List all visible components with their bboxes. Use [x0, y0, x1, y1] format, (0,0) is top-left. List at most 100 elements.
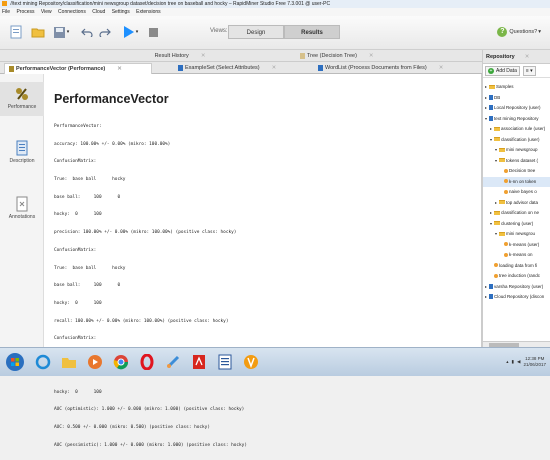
repository-tree-item[interactable]: ▾ classification (user): [483, 135, 550, 146]
redo-button[interactable]: [98, 24, 112, 40]
repository-tree-item[interactable]: ▾ text mining Repository: [483, 114, 550, 125]
word-taskbar-button[interactable]: [214, 351, 236, 373]
output-line: True: base ball hocky: [54, 265, 126, 271]
close-icon[interactable]: ✕: [369, 53, 374, 59]
menu-file[interactable]: File: [2, 9, 10, 15]
menu-extensions[interactable]: Extensions: [136, 9, 160, 15]
output-line: ConfusionMatrix:: [54, 336, 97, 342]
undo-icon: [81, 28, 93, 37]
close-icon[interactable]: ✕: [201, 53, 206, 59]
folder-icon: [494, 221, 500, 226]
repository-tree-item[interactable]: ▸ varsha Repository (user): [483, 282, 550, 293]
network-icon[interactable]: ▮: [512, 359, 514, 365]
media-taskbar-button[interactable]: [84, 351, 106, 373]
process-icon: [504, 242, 508, 247]
close-icon[interactable]: ✕: [117, 66, 122, 72]
tab-performance-vector[interactable]: PerformanceVector (Performance) ✕: [4, 63, 152, 74]
ie-taskbar-button[interactable]: [32, 351, 54, 373]
open-process-button[interactable]: [30, 24, 46, 40]
volume-icon[interactable]: ◀: [517, 359, 520, 365]
repository-tree-item[interactable]: tree induction (randc: [483, 271, 550, 282]
repository-tree-item[interactable]: ▸ Samples: [483, 82, 550, 93]
tab-wordlist[interactable]: WordList (Process Documents from Files) ✕: [318, 63, 482, 74]
output-line: base ball: 100 0: [54, 283, 121, 289]
menu-cloud[interactable]: Cloud: [92, 9, 105, 15]
repository-tree-item[interactable]: ▾ clustering (user): [483, 219, 550, 230]
repository-tree-item[interactable]: ▾ mini newsgrou: [483, 229, 550, 240]
tab-example-set[interactable]: ExampleSet (Select Attributes) ✕: [178, 63, 318, 74]
plus-icon: +: [488, 67, 494, 74]
menu-process[interactable]: Process: [16, 9, 34, 15]
repository-tree-item[interactable]: ▸ Local Repository (user): [483, 103, 550, 114]
repository-panel: Repository ✕ + Add Data ≡ ▾ ▸ Samples ▸ DB ▸ Lo…: [482, 50, 550, 347]
repository-tree-item[interactable]: loading data from fi: [483, 261, 550, 272]
repository-tree-item[interactable]: k-means (user): [483, 240, 550, 251]
repository-tree-item[interactable]: ▸ classification on ne: [483, 208, 550, 219]
main-toolbar: ▾ ▾ Views: Design Results ? Questions? ▾: [0, 16, 550, 50]
explorer-taskbar-button[interactable]: [58, 351, 80, 373]
repository-tree-item[interactable]: ▸ top advisor data: [483, 198, 550, 209]
repository-tree-item[interactable]: ▸ Cloud Repository (discon: [483, 292, 550, 303]
start-button[interactable]: [4, 351, 26, 373]
menu-settings[interactable]: Settings: [112, 9, 130, 15]
repository-tree-item[interactable]: ▾ mini newsgroup: [483, 145, 550, 156]
stop-button[interactable]: [146, 24, 160, 40]
nav-annotations[interactable]: Annotations: [0, 192, 44, 226]
menu-view[interactable]: View: [41, 9, 52, 15]
output-line: precision: 100.00% +/- 0.00% (mikro: 100…: [54, 230, 237, 236]
repository-tree-item[interactable]: ▾ tokens dataset (: [483, 156, 550, 167]
tree-item-label: mini newsgrou: [506, 231, 536, 236]
run-button[interactable]: ▾: [120, 24, 140, 40]
undo-button[interactable]: [80, 24, 94, 40]
add-data-button[interactable]: + Add Data: [485, 65, 520, 76]
clock[interactable]: 12:38 PM 21/06/2017: [523, 356, 546, 368]
play-icon: [123, 26, 134, 38]
nav-label: Annotations: [8, 214, 36, 220]
chrome-taskbar-button[interactable]: [110, 351, 132, 373]
repository-toolbar: + Add Data ≡ ▾: [483, 64, 550, 78]
design-view-tab[interactable]: Design: [228, 25, 284, 39]
paint-icon: [166, 355, 180, 369]
repository-header: Repository ✕: [483, 50, 550, 64]
repository-tree-item[interactable]: Decision tree: [483, 166, 550, 177]
save-process-button[interactable]: ▾: [52, 24, 70, 40]
repository-tree-item[interactable]: k-means on: [483, 250, 550, 261]
performance-icon: [9, 65, 14, 72]
tab-decision-tree[interactable]: Tree (Decision Tree) ✕: [300, 51, 450, 62]
tree-item-label: naive bayes o: [509, 189, 537, 194]
tab-result-history[interactable]: Result History ✕: [110, 51, 250, 62]
close-icon[interactable]: ✕: [439, 65, 444, 71]
folder-icon: [499, 158, 505, 163]
menu-bar: File Process View Connections Cloud Sett…: [0, 8, 550, 16]
tray-arrow-icon[interactable]: ▴: [506, 359, 508, 365]
output-line: hocky: 0 100: [54, 212, 102, 218]
questions-button[interactable]: ? Questions? ▾: [494, 24, 544, 39]
nav-description[interactable]: Description: [0, 136, 44, 170]
close-icon[interactable]: ✕: [525, 54, 530, 60]
tree-item-label: Cloud Repository (discon: [494, 294, 545, 299]
paint-taskbar-button[interactable]: [162, 351, 184, 373]
close-icon[interactable]: ✕: [272, 65, 277, 71]
tree-item-label: loading data from fi: [499, 262, 538, 268]
pdf-taskbar-button[interactable]: [188, 351, 210, 373]
hamburger-icon: ≡ ▾: [525, 67, 533, 74]
repository-tree-item[interactable]: ▸ DB: [483, 93, 550, 104]
tree-item-label: mini newsgroup: [506, 147, 538, 152]
results-view-tab[interactable]: Results: [284, 25, 340, 39]
repository-tree-item[interactable]: ▸ association rule (user): [483, 124, 550, 135]
repository-tree-item[interactable]: k-nn on token: [483, 176, 550, 187]
nav-performance[interactable]: Performance: [0, 82, 44, 116]
repository-tree-item[interactable]: naive bayes o: [483, 187, 550, 198]
save-icon: [53, 26, 65, 38]
open-folder-icon: [31, 28, 45, 38]
menu-connections[interactable]: Connections: [58, 9, 86, 15]
rapidminer-taskbar-button[interactable]: [240, 351, 262, 373]
opera-taskbar-button[interactable]: [136, 351, 158, 373]
tree-item-label: classification on ne: [501, 210, 540, 215]
nav-label: Description: [9, 158, 35, 164]
table-icon: [178, 64, 183, 71]
new-process-button[interactable]: [8, 24, 24, 40]
repository-menu-button[interactable]: ≡ ▾: [522, 65, 536, 76]
output-line: AUC (optimistic): 1.000 +/- 0.000 (mikro…: [54, 407, 245, 413]
tree-item-label: Decision tree: [509, 168, 536, 173]
